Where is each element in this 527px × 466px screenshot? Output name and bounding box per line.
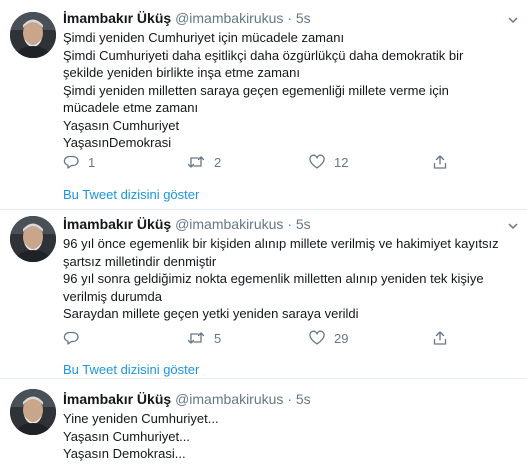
tweet-text-line: Yaşasın Demokrasi... (63, 446, 186, 461)
tweet[interactable]: İmambakır Üküş @imambakirukus · 5s 96 yı… (0, 210, 527, 378)
tweet-text-line: verilmiş durumda (63, 288, 162, 304)
tweet-text: 96 yıl önce egemenlik bir kişiden alınıp… (63, 235, 499, 323)
tweet-text: Şimdi yeniden Cumhuriyet için mücadele z… (63, 29, 463, 152)
retweet-icon (187, 154, 205, 170)
separator-dot: · (287, 391, 292, 407)
reply-icon (63, 330, 79, 346)
chevron-down-icon[interactable] (507, 219, 519, 231)
like-button[interactable]: 12 (309, 151, 348, 173)
tweet-header: İmambakır Üküş @imambakirukus · 5s (63, 10, 311, 28)
like-count: 12 (334, 154, 349, 170)
tweet-text-line: Şimdi yeniden milletten saraya geçen ege… (63, 82, 449, 98)
show-thread-link[interactable]: Bu Tweet dizisini göster (63, 187, 199, 202)
retweet-count: 5 (214, 330, 222, 346)
author-name[interactable]: İmambakır Üküş (63, 10, 171, 26)
chevron-down-icon[interactable] (507, 13, 519, 25)
author-handle[interactable]: @imambakirukus (175, 216, 283, 232)
reply-icon (63, 154, 79, 170)
heart-icon (309, 154, 325, 170)
avatar[interactable] (10, 216, 56, 262)
share-button[interactable] (432, 327, 448, 349)
tweet-header: İmambakır Üküş @imambakirukus · 5s (63, 391, 311, 409)
retweet-button[interactable]: 5 (187, 327, 221, 349)
tweet-text-line: şekilde yeniden birlikte inşa etme zaman… (63, 65, 301, 80)
like-count: 29 (334, 330, 349, 346)
tweet-text-line: 96 yıl önce egemenlik bir kişiden alınıp… (63, 236, 499, 251)
tweet-text-line: şartsız milletindir denmiştir (63, 253, 217, 269)
tweet-text-line: mücadele etme zamanı (63, 100, 199, 115)
share-icon (432, 154, 448, 170)
tweet-timestamp[interactable]: 5s (296, 216, 311, 232)
tweet-header: İmambakır Üküş @imambakirukus · 5s (63, 216, 311, 234)
author-name[interactable]: İmambakır Üküş (63, 391, 171, 407)
reply-button[interactable]: 1 (63, 151, 95, 173)
retweet-icon (187, 330, 205, 346)
like-button[interactable]: 29 (309, 327, 348, 349)
show-thread-link[interactable]: Bu Tweet dizisini göster (63, 362, 199, 377)
tweet[interactable]: İmambakır Üküş @imambakirukus · 5s Yine … (0, 379, 527, 466)
author-handle[interactable]: @imambakirukus (175, 391, 283, 407)
tweet-text-line: Saraydan millete geçen yetki yeniden sar… (63, 306, 359, 321)
avatar[interactable] (10, 12, 56, 58)
tweet-text: Yine yeniden Cumhuriyet... Yaşasın Cumhu… (63, 410, 219, 463)
separator-dot: · (287, 216, 292, 232)
tweet[interactable]: İmambakır Üküş @imambakirukus · 5s Şimdi… (0, 0, 527, 209)
tweet-feed: İmambakır Üküş @imambakirukus · 5s Şimdi… (0, 0, 527, 466)
reply-button[interactable] (63, 327, 88, 349)
tweet-text-line: Şimdi yeniden Cumhuriyet için mücadele z… (63, 30, 345, 45)
tweet-timestamp[interactable]: 5s (296, 10, 311, 26)
author-name[interactable]: İmambakır Üküş (63, 216, 171, 232)
tweet-text-line: Yaşasın Cumhuriyet (63, 117, 180, 133)
tweet-actions: 1 2 12 (63, 151, 463, 173)
tweet-text-line: Yaşasın Cumhuriyet... (63, 428, 190, 444)
retweet-count: 2 (214, 154, 222, 170)
separator-dot: · (287, 10, 292, 26)
share-icon (432, 330, 448, 346)
author-handle[interactable]: @imambakirukus (175, 10, 283, 26)
tweet-text-line: YaşasınDemokrasi (63, 135, 172, 150)
tweet-timestamp[interactable]: 5s (296, 391, 311, 407)
tweet-text-line: Şimdi Cumhuriyeti daha eşitlikçi daha öz… (63, 47, 464, 63)
tweet-actions: 5 29 (63, 327, 463, 349)
reply-count: 1 (88, 154, 96, 170)
avatar[interactable] (10, 389, 56, 435)
tweet-text-line: Yine yeniden Cumhuriyet... (63, 411, 219, 426)
heart-icon (309, 330, 325, 346)
retweet-button[interactable]: 2 (187, 151, 221, 173)
share-button[interactable] (432, 151, 448, 173)
tweet-text-line: 96 yıl sonra geldiğimiz nokta egemenlik … (63, 271, 484, 286)
